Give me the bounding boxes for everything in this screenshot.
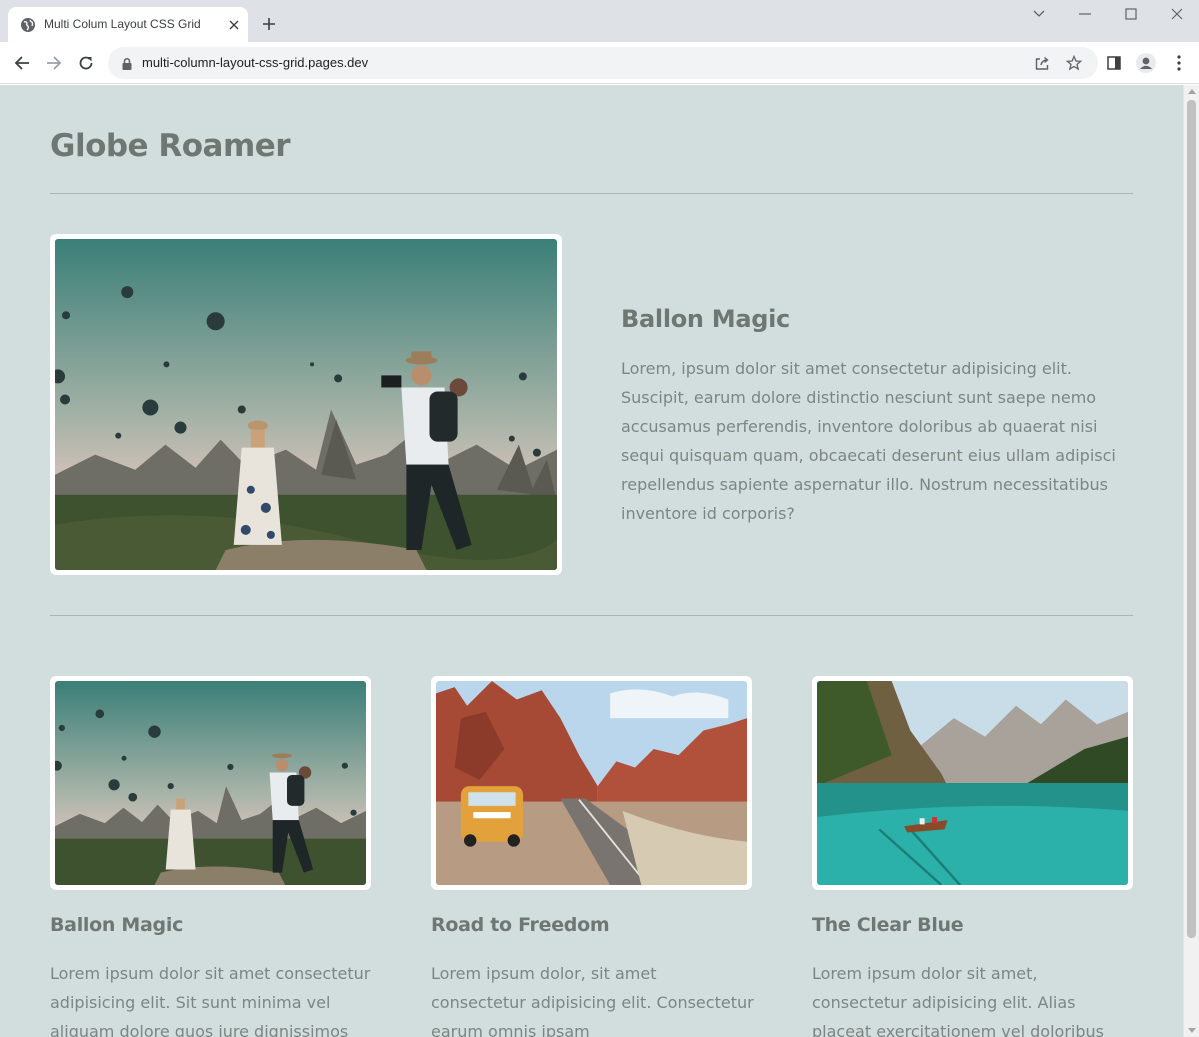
page-viewport: Globe Roamer Ballon Magic Lorem, ipsum d… xyxy=(0,85,1183,1037)
divider xyxy=(50,193,1133,194)
card-description: Lorem ipsum dolor, sit amet consectetur … xyxy=(431,964,754,1037)
card-image-road xyxy=(431,676,752,890)
card-title: Road to Freedom xyxy=(431,914,610,936)
card-description: Lorem ipsum dolor sit amet, consectetur … xyxy=(812,964,1104,1037)
maximize-icon[interactable] xyxy=(1119,4,1143,24)
profile-icon[interactable] xyxy=(1136,53,1156,73)
address-bar[interactable]: multi-column-layout-css-grid.pages.dev xyxy=(108,47,1098,79)
close-icon[interactable] xyxy=(1165,4,1189,24)
browser-tab[interactable]: Multi Colum Layout CSS Grid xyxy=(8,7,248,42)
tab-strip: Multi Colum Layout CSS Grid xyxy=(0,0,1199,42)
vertical-scrollbar[interactable] xyxy=(1183,85,1199,1037)
share-icon[interactable] xyxy=(1032,53,1052,73)
feature-title: Ballon Magic xyxy=(621,305,790,333)
chevron-down-icon[interactable] xyxy=(1027,4,1051,24)
site-title: Globe Roamer xyxy=(50,128,291,164)
close-icon[interactable] xyxy=(226,17,242,33)
card-image-balloon xyxy=(50,676,371,890)
lock-icon[interactable] xyxy=(120,56,134,70)
side-panel-icon[interactable] xyxy=(1104,53,1124,73)
scroll-down-arrow-icon[interactable] xyxy=(1188,1028,1196,1033)
divider xyxy=(50,615,1133,616)
card-description: Lorem ipsum dolor sit amet consectetur a… xyxy=(50,964,371,1037)
card-title: Ballon Magic xyxy=(50,914,184,936)
arrow-right-icon[interactable] xyxy=(42,51,66,75)
feature-image xyxy=(50,234,562,575)
scroll-up-arrow-icon[interactable] xyxy=(1188,89,1196,94)
card-title: The Clear Blue xyxy=(812,914,964,936)
reload-icon[interactable] xyxy=(74,51,98,75)
url-text[interactable]: multi-column-layout-css-grid.pages.dev xyxy=(142,55,368,70)
arrow-left-icon[interactable] xyxy=(10,51,34,75)
minimize-icon[interactable] xyxy=(1073,4,1097,24)
card-image-lake xyxy=(812,676,1133,890)
browser-toolbar: multi-column-layout-css-grid.pages.dev xyxy=(0,42,1199,84)
tab-title: Multi Colum Layout CSS Grid xyxy=(44,17,201,31)
globe-icon xyxy=(20,17,36,33)
scrollbar-thumb[interactable] xyxy=(1187,100,1196,938)
kebab-menu-icon[interactable] xyxy=(1169,53,1189,73)
plus-icon[interactable] xyxy=(258,13,280,35)
feature-description: Lorem, ipsum dolor sit amet consectetur … xyxy=(621,359,1116,523)
star-icon[interactable] xyxy=(1064,53,1084,73)
